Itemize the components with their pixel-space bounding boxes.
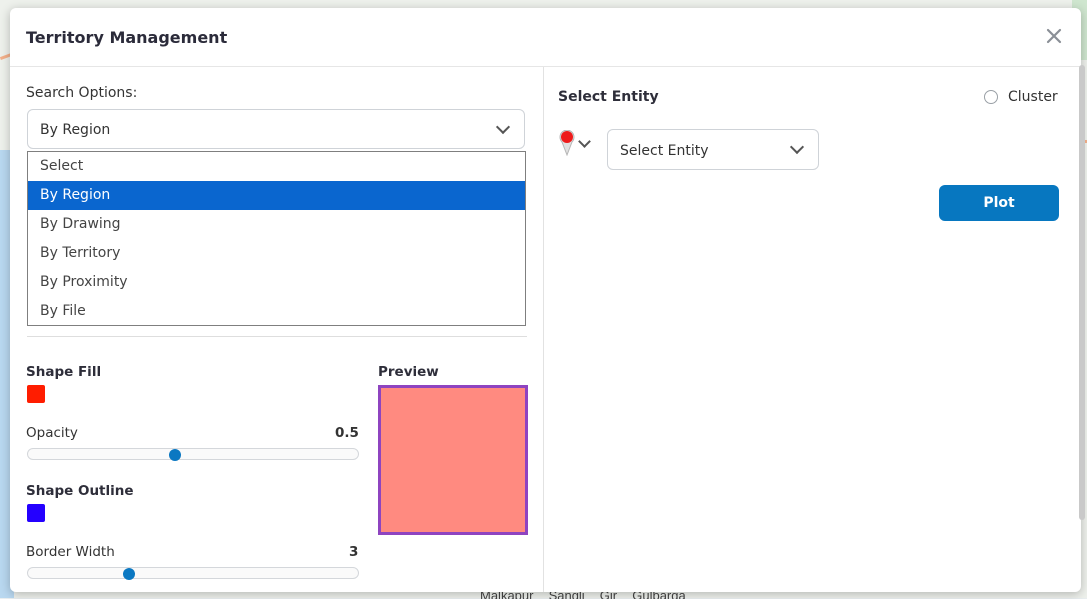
plot-button[interactable]: Plot <box>939 185 1059 221</box>
chevron-down-icon <box>789 139 805 155</box>
search-options-dropdown: Select By Region By Drawing By Territory… <box>27 151 526 326</box>
right-pane: Select Entity Cluster Select Entity Plot <box>544 67 1081 592</box>
close-button[interactable] <box>1043 25 1065 47</box>
dropdown-option-by-drawing[interactable]: By Drawing <box>28 210 525 239</box>
dropdown-option-by-proximity[interactable]: By Proximity <box>28 268 525 297</box>
opacity-slider-thumb[interactable] <box>169 449 181 461</box>
search-options-value: By Region <box>40 122 111 138</box>
map-pin-icon <box>559 130 575 156</box>
divider <box>27 336 527 337</box>
chevron-down-icon <box>495 119 511 135</box>
shape-fill-color-picker[interactable] <box>27 385 45 403</box>
dropdown-option-select[interactable]: Select <box>28 152 525 181</box>
border-width-value: 3 <box>349 544 359 560</box>
cluster-radio[interactable] <box>984 90 998 104</box>
shape-preview <box>378 385 528 535</box>
territory-management-modal: Territory Management Search Options: By … <box>10 8 1081 592</box>
cluster-label: Cluster <box>1008 89 1058 105</box>
chevron-down-icon <box>578 135 591 148</box>
opacity-label: Opacity <box>26 425 78 441</box>
select-entity-dropdown[interactable]: Select Entity <box>607 129 819 170</box>
search-options-select[interactable]: By Region <box>27 109 525 149</box>
modal-title: Territory Management <box>26 28 228 47</box>
opacity-value: 0.5 <box>335 425 359 441</box>
shape-outline-color-picker[interactable] <box>27 504 45 522</box>
dropdown-option-by-region[interactable]: By Region <box>28 181 525 210</box>
border-width-slider[interactable] <box>27 567 359 580</box>
select-entity-label: Select Entity <box>558 89 659 105</box>
preview-label: Preview <box>378 364 439 380</box>
left-pane: Search Options: By Region Select By Regi… <box>10 67 544 592</box>
border-width-label: Border Width <box>26 544 115 560</box>
dropdown-option-by-territory[interactable]: By Territory <box>28 239 525 268</box>
dropdown-option-by-file[interactable]: By File <box>28 297 525 326</box>
close-icon <box>1046 28 1062 44</box>
modal-header: Territory Management <box>10 8 1081 67</box>
scrollbar[interactable] <box>1079 65 1085 520</box>
marker-picker-button[interactable] <box>558 130 594 163</box>
shape-outline-label: Shape Outline <box>26 483 134 499</box>
search-options-label: Search Options: <box>26 85 138 101</box>
shape-fill-label: Shape Fill <box>26 364 102 380</box>
opacity-slider[interactable] <box>27 448 359 461</box>
border-width-slider-thumb[interactable] <box>123 568 135 580</box>
select-entity-value: Select Entity <box>620 143 709 159</box>
